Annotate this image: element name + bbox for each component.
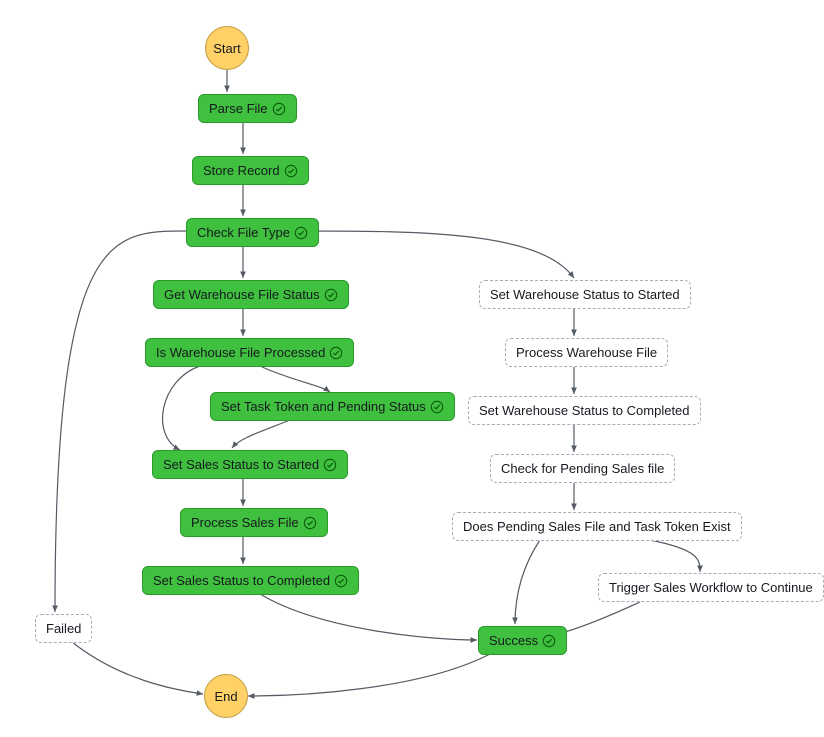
parse-file-label: Parse File (209, 101, 268, 116)
check-icon (323, 458, 337, 472)
check-icon (324, 288, 338, 302)
process-sales-node: Process Sales File (180, 508, 328, 537)
set-warehouse-started-node: Set Warehouse Status to Started (479, 280, 691, 309)
failed-node: Failed (35, 614, 92, 643)
check-icon (334, 574, 348, 588)
is-warehouse-processed-node: Is Warehouse File Processed (145, 338, 354, 367)
check-icon (303, 516, 317, 530)
is-warehouse-processed-label: Is Warehouse File Processed (156, 345, 325, 360)
does-pending-exist-label: Does Pending Sales File and Task Token E… (463, 519, 731, 534)
trigger-sales-label: Trigger Sales Workflow to Continue (609, 580, 813, 595)
check-icon (542, 634, 556, 648)
get-warehouse-status-node: Get Warehouse File Status (153, 280, 349, 309)
check-file-type-node: Check File Type (186, 218, 319, 247)
get-warehouse-status-label: Get Warehouse File Status (164, 287, 320, 302)
set-warehouse-completed-node: Set Warehouse Status to Completed (468, 396, 701, 425)
start-node: Start (205, 26, 249, 70)
store-record-node: Store Record (192, 156, 309, 185)
success-label: Success (489, 633, 538, 648)
store-record-label: Store Record (203, 163, 280, 178)
process-warehouse-label: Process Warehouse File (516, 345, 657, 360)
success-node: Success (478, 626, 567, 655)
check-pending-label: Check for Pending Sales file (501, 461, 664, 476)
check-icon (272, 102, 286, 116)
check-icon (294, 226, 308, 240)
flowchart-arrows (0, 0, 824, 737)
set-sales-started-node: Set Sales Status to Started (152, 450, 348, 479)
end-label: End (214, 689, 237, 704)
does-pending-exist-node: Does Pending Sales File and Task Token E… (452, 512, 742, 541)
trigger-sales-node: Trigger Sales Workflow to Continue (598, 573, 824, 602)
set-sales-completed-node: Set Sales Status to Completed (142, 566, 359, 595)
set-warehouse-completed-label: Set Warehouse Status to Completed (479, 403, 690, 418)
process-warehouse-node: Process Warehouse File (505, 338, 668, 367)
check-icon (430, 400, 444, 414)
start-label: Start (213, 41, 240, 56)
set-warehouse-started-label: Set Warehouse Status to Started (490, 287, 680, 302)
set-task-token-label: Set Task Token and Pending Status (221, 399, 426, 414)
failed-label: Failed (46, 621, 81, 636)
check-icon (329, 346, 343, 360)
parse-file-node: Parse File (198, 94, 297, 123)
check-pending-node: Check for Pending Sales file (490, 454, 675, 483)
check-file-type-label: Check File Type (197, 225, 290, 240)
set-task-token-node: Set Task Token and Pending Status (210, 392, 455, 421)
set-sales-completed-label: Set Sales Status to Completed (153, 573, 330, 588)
check-icon (284, 164, 298, 178)
process-sales-label: Process Sales File (191, 515, 299, 530)
set-sales-started-label: Set Sales Status to Started (163, 457, 319, 472)
end-node: End (204, 674, 248, 718)
